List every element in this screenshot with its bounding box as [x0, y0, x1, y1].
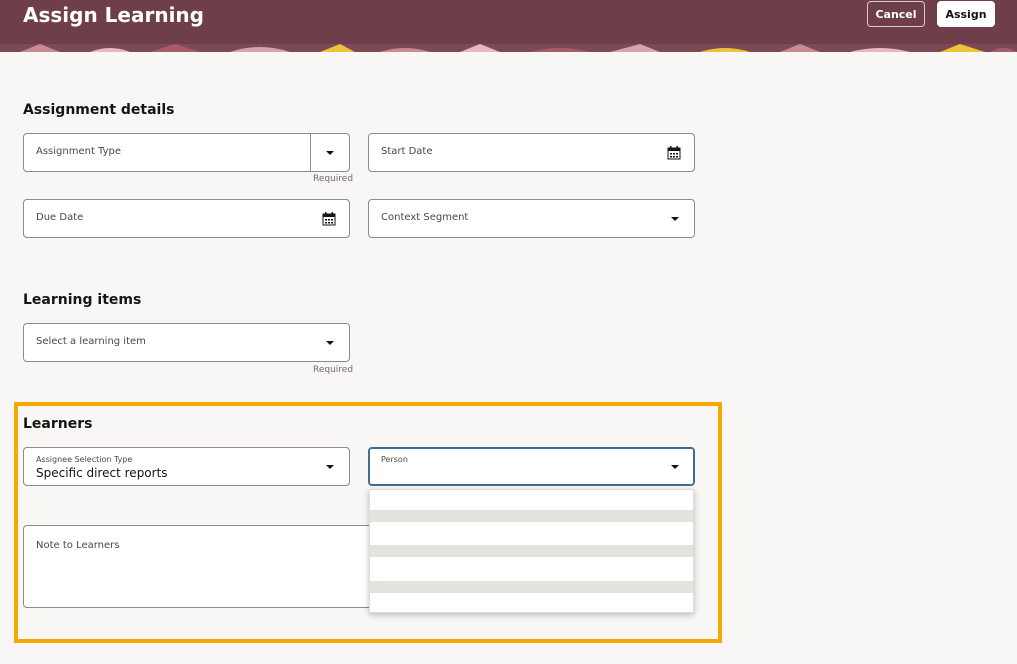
chevron-down-icon[interactable]: [671, 217, 679, 221]
page-title: Assign Learning: [23, 3, 204, 27]
decorative-banner: [0, 44, 1017, 52]
page-header: Assign Learning Cancel Assign: [0, 0, 1017, 44]
person-select[interactable]: Person: [368, 447, 695, 486]
start-date-field[interactable]: Start Date: [368, 133, 695, 172]
dropdown-option[interactable]: [370, 581, 693, 593]
person-label: Person: [381, 455, 408, 464]
learning-item-required: Required: [313, 365, 354, 375]
assignment-type-select[interactable]: Assignment Type: [23, 133, 350, 172]
dropdown-option[interactable]: [370, 545, 693, 557]
start-date-label: Start Date: [381, 146, 433, 157]
chevron-down-icon[interactable]: [326, 341, 334, 345]
calendar-icon[interactable]: [667, 145, 681, 164]
note-to-learners-label: Note to Learners: [36, 540, 120, 551]
due-date-label: Due Date: [36, 212, 84, 223]
assignee-selection-type-select[interactable]: Assignee Selection Type Specific direct …: [23, 447, 350, 486]
due-date-field[interactable]: Due Date: [23, 199, 350, 238]
learning-items-heading: Learning items: [23, 292, 142, 308]
calendar-icon[interactable]: [322, 211, 336, 230]
assignment-type-label: Assignment Type: [36, 146, 122, 157]
dropdown-option[interactable]: [370, 510, 693, 522]
chevron-down-icon[interactable]: [671, 465, 679, 469]
assignee-selection-type-value: Specific direct reports: [36, 466, 168, 480]
context-segment-label: Context Segment: [381, 212, 469, 223]
chevron-down-icon[interactable]: [326, 465, 334, 469]
select-divider: [310, 134, 311, 171]
assign-button[interactable]: Assign: [937, 1, 995, 27]
note-to-learners-textarea[interactable]: Note to Learners: [23, 525, 373, 608]
learning-item-placeholder: Select a learning item: [36, 336, 146, 347]
assignee-selection-type-label: Assignee Selection Type: [36, 455, 133, 464]
cancel-button[interactable]: Cancel: [867, 1, 925, 27]
assignment-details-heading: Assignment details: [23, 102, 175, 118]
assignment-type-required: Required: [313, 174, 354, 184]
learning-item-select[interactable]: Select a learning item: [23, 323, 350, 362]
learners-heading: Learners: [23, 416, 93, 432]
chevron-down-icon[interactable]: [326, 151, 334, 155]
context-segment-select[interactable]: Context Segment: [368, 199, 695, 238]
person-dropdown-list[interactable]: [369, 489, 694, 613]
